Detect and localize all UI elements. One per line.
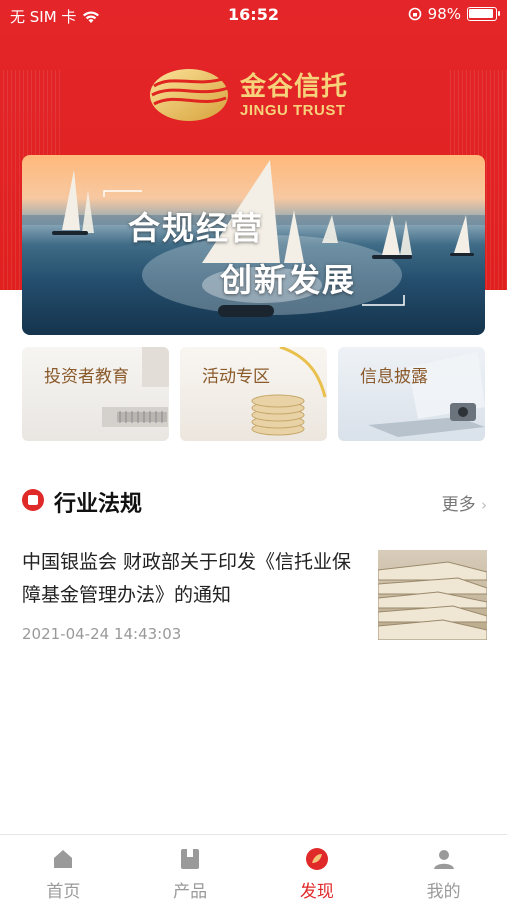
banner-slogan-line2: 创新发展	[220, 261, 357, 299]
card-label: 活动专区	[202, 367, 270, 387]
news-item[interactable]: 中国银监会 财政部关于印发《信托业保障基金管理办法》的通知 2021-04-24…	[22, 546, 487, 646]
tab-home[interactable]: 首页	[0, 835, 127, 900]
tab-label: 发现	[299, 882, 334, 900]
card-investor-education[interactable]: 投资者教育	[22, 347, 169, 441]
card-label: 信息披露	[360, 367, 428, 387]
profile-icon	[433, 850, 454, 869]
tab-discover[interactable]: 发现	[254, 835, 381, 900]
news-thumbnail	[378, 550, 487, 640]
battery-percent: 98%	[427, 5, 461, 23]
tab-profile[interactable]: 我的	[380, 835, 507, 900]
document-icon	[22, 489, 44, 511]
card-label: 投资者教育	[44, 367, 129, 387]
logo-mark-icon	[150, 69, 229, 121]
banner-slogan-line1: 合规经营	[128, 209, 265, 247]
quick-entry-cards: 投资者教育 活动专区 信息披露	[22, 347, 485, 441]
battery-icon	[467, 7, 500, 21]
orientation-lock-icon	[408, 7, 421, 21]
section-title: 行业法规	[54, 492, 143, 517]
brand-name-en: JINGU TRUST	[240, 101, 346, 119]
status-bar: 无 SIM 卡 16:52 98%	[0, 0, 507, 30]
card-activity-zone[interactable]: 活动专区	[180, 347, 327, 441]
status-right: 98%	[408, 5, 500, 23]
brand-name-cn: 金谷信托	[240, 71, 349, 102]
tab-label: 我的	[426, 882, 461, 900]
news-date: 2021-04-24 14:43:03	[22, 625, 182, 643]
logo-text: 金谷信托 JINGU TRUST	[240, 72, 348, 119]
card-information-disclosure[interactable]: 信息披露	[338, 347, 485, 441]
brand-logo: 金谷信托 JINGU TRUST	[148, 64, 368, 126]
tab-label: 首页	[46, 882, 81, 900]
tab-products[interactable]: 产品	[127, 835, 254, 900]
more-link[interactable]: 更多 ›	[442, 490, 487, 515]
bottom-tab-bar: 首页 产品 发现 我的	[0, 834, 507, 900]
paper-stack-illustration	[378, 561, 487, 640]
more-label: 更多	[441, 495, 476, 515]
section-header: 行业法规 更多 ›	[22, 484, 487, 518]
discover-icon	[305, 848, 328, 870]
product-icon	[181, 849, 200, 869]
promo-banner[interactable]: 合规经营 创新发展	[22, 155, 485, 335]
chevron-right-icon: ›	[481, 496, 487, 514]
tab-label: 产品	[173, 882, 208, 900]
home-icon	[54, 850, 73, 868]
news-title: 中国银监会 财政部关于印发《信托业保障基金管理办法》的通知	[22, 551, 352, 606]
